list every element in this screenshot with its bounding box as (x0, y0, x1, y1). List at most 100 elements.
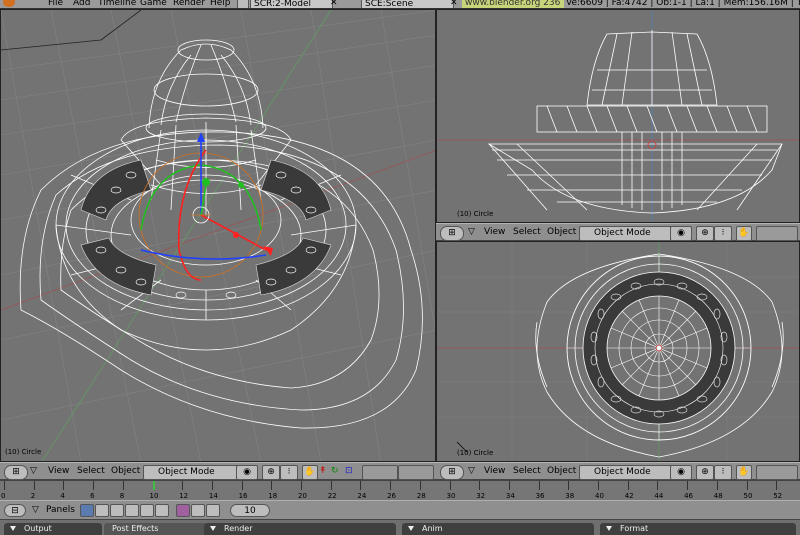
object-name-label: (10) Circle (5, 448, 42, 456)
manipulator-translate-icon[interactable]: ↟ (319, 465, 327, 478)
layer-grid-icon-front[interactable] (756, 226, 798, 241)
window-type-icon-front[interactable]: ⊞ (440, 226, 464, 241)
top-menu-bar: File Add Timeline Game Render Help SCR:2… (0, 0, 800, 9)
manipulator-hand-icon-top[interactable]: ✋ (736, 465, 752, 480)
timeline-tick-line (122, 481, 124, 490)
draw-type-button[interactable]: ◉ (236, 465, 258, 480)
menu-select-top[interactable]: Select (513, 465, 541, 478)
snap-button[interactable]: ⁝ (280, 465, 298, 480)
timeline-tick-label: 24 (357, 492, 367, 500)
timeline-tick-line (627, 481, 629, 490)
menu-game[interactable]: Game (140, 0, 167, 8)
window-type-icon-top[interactable]: ⊞ (440, 465, 464, 480)
mode-label-front: Object Mode (594, 228, 651, 238)
manipulator-rotate-icon[interactable]: ↻ (331, 465, 339, 478)
menu-view-top[interactable]: View (484, 465, 505, 478)
viewport-front[interactable]: (10) Circle (436, 9, 800, 223)
timeline-ruler[interactable]: 0 2 4 6 8 10 12 14 16 18 20 22 24 26 28 30 32 34 36 38 40 42 4… (0, 480, 800, 500)
triangle-down-icon-top[interactable]: ▽ (468, 465, 475, 478)
layer-grid-icon[interactable] (362, 465, 398, 480)
menu-file[interactable]: File (48, 0, 63, 8)
window-type-icon-buttons[interactable]: ⊟ (4, 504, 26, 517)
timeline-tick-line (241, 481, 243, 490)
snap-button-top[interactable]: ⁝ (714, 465, 732, 480)
menu-help[interactable]: Help (210, 0, 231, 8)
render-label: Render (224, 524, 253, 533)
anim-buttons-icon[interactable] (191, 504, 205, 517)
scene-close-icon[interactable]: ✕ (450, 0, 458, 8)
window-type-icon[interactable]: ⊞ (4, 465, 28, 480)
menu-render[interactable]: Render (173, 0, 205, 8)
menu-select-front[interactable]: Select (513, 226, 541, 239)
menu-view[interactable]: View (48, 465, 69, 478)
draw-type-button-top[interactable]: ◉ (670, 465, 692, 480)
pivot-icon-front[interactable]: ⊕ (696, 226, 714, 241)
scene-name-field[interactable]: SCE:Scene (361, 0, 454, 8)
panel-tab-anim[interactable]: Anim (402, 523, 594, 535)
sound-buttons-icon[interactable] (206, 504, 220, 517)
render-buttons-icon[interactable] (176, 504, 190, 517)
panel-tab-render[interactable]: Render (204, 523, 396, 535)
menu-timeline[interactable]: Timeline (98, 0, 136, 8)
frame-number-value: 10 (244, 506, 256, 516)
blender-logo-icon[interactable] (3, 0, 15, 7)
script-context-button[interactable] (155, 504, 169, 517)
triangle-down-icon-buttons[interactable]: ▽ (32, 504, 39, 517)
timeline-tick-line (538, 481, 540, 490)
draw-type-button-front[interactable]: ◉ (670, 226, 692, 241)
viewport-top[interactable]: (10) Circle (436, 241, 800, 462)
mode-dropdown[interactable]: Object Mode (143, 465, 247, 480)
timeline-tick-label: 28 (416, 492, 426, 500)
scene-context-button[interactable] (125, 504, 139, 517)
screen-browse-icon[interactable] (237, 0, 249, 8)
pivot-icon-top[interactable]: ⊕ (696, 465, 714, 480)
menu-view-front[interactable]: View (484, 226, 505, 239)
pivot-icon[interactable]: ⊕ (262, 465, 280, 480)
editing-context-button[interactable] (110, 504, 124, 517)
timeline-tick-label: 2 (30, 492, 36, 500)
layer-grid-icon-2[interactable] (398, 465, 434, 480)
current-frame-marker[interactable] (152, 481, 155, 490)
timeline-tick-line (687, 481, 689, 490)
frame-number-field[interactable]: 10 (230, 504, 270, 517)
mode-dropdown-top[interactable]: Object Mode (579, 465, 681, 480)
triangle-down-icon (10, 526, 16, 531)
timeline-tick-label: 22 (327, 492, 337, 500)
menu-select[interactable]: Select (77, 465, 105, 478)
object-context-button[interactable] (95, 504, 109, 517)
timeline-tick-line (657, 481, 659, 490)
timeline-tick-label: 50 (743, 492, 753, 500)
screen-close-icon[interactable]: ✕ (330, 0, 338, 8)
timeline-tick-label: 46 (684, 492, 694, 500)
timeline-tick-label: 4 (60, 492, 65, 500)
mode-dropdown-front[interactable]: Object Mode (579, 226, 681, 241)
blender-url[interactable]: www.blender.org 236 (462, 0, 564, 8)
timeline-tick-line (598, 481, 599, 490)
panel-tab-format[interactable]: Format (600, 523, 796, 535)
snap-button-front[interactable]: ⁝ (714, 226, 732, 241)
timeline-tick-label: 44 (654, 492, 664, 500)
timeline-tick-line (33, 481, 35, 490)
menu-object-front[interactable]: Object (547, 226, 576, 239)
timeline-tick-label: 10 (149, 492, 159, 500)
menu-object-top[interactable]: Object (547, 465, 576, 478)
menu-add[interactable]: Add (73, 0, 90, 8)
shading-context-button[interactable] (80, 504, 94, 517)
panel-tab-post-effects[interactable]: Post Effects (104, 523, 206, 535)
menu-object[interactable]: Object (111, 465, 140, 478)
panel-tab-output[interactable]: Output (4, 523, 102, 535)
viewport-perspective[interactable]: (10) Circle (0, 9, 436, 462)
object-name-label-top: (10) Circle (457, 449, 494, 457)
triangle-down-icon-front[interactable]: ▽ (468, 226, 475, 239)
viewport-header-top: ⊞ ▽ View Select Object Object Mode ◉ ⊕ ⁝… (436, 462, 800, 480)
manipulator-hand-icon[interactable]: ✋ (302, 465, 318, 480)
screen-name-field[interactable]: SCR:2-Model (250, 0, 333, 8)
manipulator-hand-icon-front[interactable]: ✋ (736, 226, 752, 241)
panel-tabs-row: Output Post Effects Render Anim Format (0, 520, 800, 535)
manipulator-scale-icon[interactable]: ⊡ (345, 465, 353, 478)
timeline-tick-label: 12 (179, 492, 189, 500)
layer-grid-icon-top[interactable] (756, 465, 798, 480)
triangle-down-icon[interactable]: ▽ (30, 465, 37, 478)
logic-context-button[interactable] (140, 504, 154, 517)
mode-label: Object Mode (158, 467, 215, 477)
